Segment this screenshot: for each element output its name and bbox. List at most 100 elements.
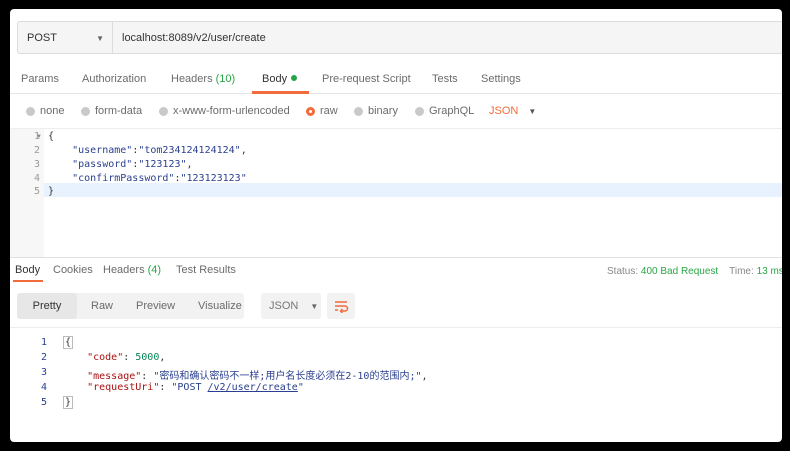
line-number: 2 (40, 352, 47, 363)
code-line: } (48, 186, 55, 197)
radio-circle-icon (81, 106, 90, 116)
line-number: 5 (33, 186, 40, 197)
line-number: 1 (40, 337, 47, 348)
view-raw-button[interactable]: Raw (81, 293, 123, 319)
radio-binary[interactable]: binary (354, 105, 398, 117)
response-view-bar: Pretty Raw Preview Visualize JSON ▼ (17, 293, 782, 319)
request-bar: POST ▼ localhost:8089/v2/user/create (10, 21, 782, 57)
json-value-prefix: "POST (171, 382, 208, 393)
active-line-highlight (44, 183, 782, 197)
radio-graphql[interactable]: GraphQL (415, 105, 474, 117)
code-line: { (48, 131, 55, 142)
brace-match: } (63, 396, 74, 409)
json-key: "message" (87, 371, 142, 382)
radio-selected-icon (306, 106, 315, 116)
postman-window: POST ▼ localhost:8089/v2/user/create Par… (10, 9, 782, 442)
tab-headers-label: Headers (171, 73, 213, 85)
response-status: Status: 400 Bad Request Time: 13 ms (607, 266, 782, 277)
radio-circle-icon (415, 106, 424, 116)
chevron-down-icon: ▼ (528, 107, 537, 116)
response-tab-headers[interactable]: Headers (4) (103, 264, 161, 276)
active-tab-indicator (13, 280, 43, 282)
tab-settings[interactable]: Settings (481, 73, 521, 85)
json-key: "username" (72, 145, 133, 156)
body-format-dropdown[interactable]: JSON ▼ (489, 105, 536, 117)
chevron-down-icon: ▼ (310, 301, 319, 311)
wrap-lines-button[interactable] (327, 293, 355, 319)
time-value[interactable]: 13 ms (757, 266, 782, 277)
body-type-selector: none form-data x-www-form-urlencoded raw… (10, 101, 782, 123)
radio-urlencoded-label: x-www-form-urlencoded (173, 105, 290, 117)
method-select[interactable]: POST ▼ (17, 21, 113, 54)
request-body-editor[interactable]: 1 ▼ 2 3 4 5 { "username":"tom23412412412… (10, 128, 782, 257)
tab-headers[interactable]: Headers (10) (171, 73, 235, 85)
code-line: "requestUri": "POST /v2/user/create" (87, 382, 304, 393)
request-tabs: Params Authorization Headers (10) Body P… (10, 67, 782, 94)
status-label: Status: (607, 266, 639, 277)
chevron-down-icon: ▼ (96, 34, 104, 43)
json-value-suffix: " (297, 382, 304, 393)
view-pretty-button[interactable]: Pretty (17, 293, 77, 319)
radio-circle-icon (26, 106, 35, 116)
tab-tests[interactable]: Tests (432, 73, 458, 85)
url-input[interactable]: localhost:8089/v2/user/create (113, 21, 782, 54)
line-number: 4 (33, 173, 40, 184)
active-tab-indicator (252, 91, 309, 94)
divider (10, 257, 782, 258)
json-value: "123123123" (180, 173, 247, 184)
line-number: 5 (40, 397, 47, 408)
view-mode-segment: Pretty Raw Preview Visualize (17, 293, 244, 319)
code-line: "message": "密码和确认密码不一样;用户名长度必须在2-10的范围内;… (87, 371, 428, 382)
tab-body-label: Body (262, 73, 288, 85)
radio-raw[interactable]: raw (306, 105, 338, 117)
response-tab-headers-count: (4) (147, 264, 162, 276)
url-value: localhost:8089/v2/user/create (122, 31, 266, 44)
view-preview-button[interactable]: Preview (126, 293, 185, 319)
json-value: "tom234124124124" (138, 145, 241, 156)
json-value: "密码和确认密码不一样;用户名长度必须在2-10的范围内;" (153, 371, 422, 382)
json-key: "code" (87, 352, 124, 363)
tab-authorization[interactable]: Authorization (82, 73, 146, 85)
line-number: 2 (33, 145, 40, 156)
json-value: 5000 (135, 352, 160, 363)
modified-dot-icon (291, 75, 298, 81)
body-format-label: JSON (489, 105, 519, 117)
code-line: "username":"tom234124124124", (72, 145, 247, 156)
response-tab-test-results[interactable]: Test Results (176, 264, 236, 276)
response-tabs: Body Cookies Headers (4) Test Results St… (10, 261, 782, 283)
json-key: "confirmPassword" (72, 173, 175, 184)
tab-headers-count: (10) (215, 73, 236, 85)
radio-none[interactable]: none (26, 105, 64, 117)
line-number: 3 (40, 367, 47, 378)
json-key: "password" (72, 159, 133, 170)
uri-link[interactable]: /v2/user/create (208, 382, 298, 393)
radio-circle-icon (159, 106, 168, 116)
view-visualize-button[interactable]: Visualize (188, 293, 252, 319)
method-label: POST (27, 31, 57, 44)
tab-params[interactable]: Params (21, 73, 59, 85)
radio-form-data[interactable]: form-data (81, 105, 142, 117)
time-label: Time: (729, 266, 754, 277)
json-value: "123123" (138, 159, 187, 170)
response-tab-cookies[interactable]: Cookies (53, 264, 93, 276)
radio-urlencoded[interactable]: x-www-form-urlencoded (159, 105, 290, 117)
radio-raw-label: raw (320, 105, 338, 117)
code-line: { (63, 336, 74, 349)
wrap-lines-icon (335, 301, 349, 313)
radio-graphql-label: GraphQL (429, 105, 475, 117)
response-format-label: JSON (269, 300, 299, 312)
status-badge[interactable]: 400 Bad Request (641, 266, 718, 277)
response-format-dropdown[interactable]: JSON ▼ (261, 293, 321, 319)
fold-arrow-icon[interactable]: ▼ (36, 134, 42, 140)
tab-body[interactable]: Body (262, 73, 298, 85)
radio-circle-icon (354, 106, 363, 116)
json-key: "requestUri" (87, 382, 160, 393)
response-body-viewer[interactable]: 1 2 3 4 5 { "code": 5000, "message": "密码… (10, 327, 782, 437)
response-tab-body[interactable]: Body (15, 264, 40, 276)
brace-match: { (63, 336, 74, 349)
response-tab-headers-label: Headers (103, 264, 145, 276)
line-number: 4 (40, 382, 47, 393)
tab-prerequest-script[interactable]: Pre-request Script (322, 73, 411, 85)
radio-form-data-label: form-data (95, 105, 143, 117)
line-number: 3 (33, 159, 40, 170)
